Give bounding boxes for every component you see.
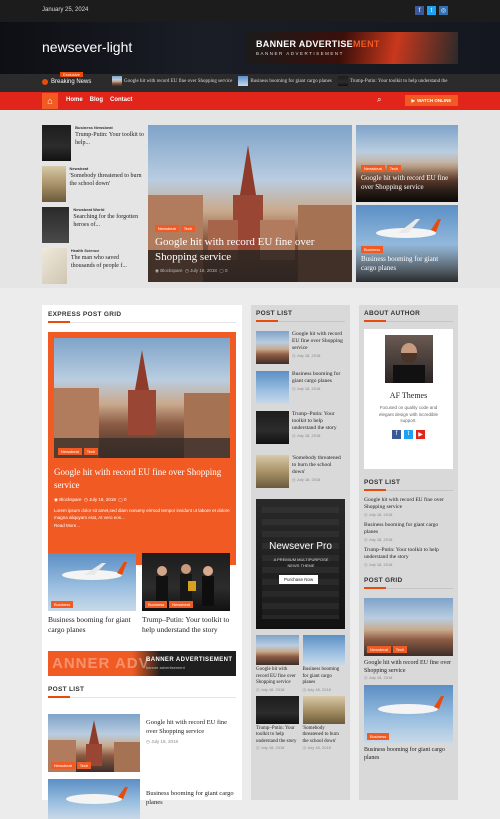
thumbnail <box>256 455 289 488</box>
banner-subtitle: BANNER ADVERTISEMENT <box>256 51 344 56</box>
list-item[interactable]: Google hit with record EU fine over Shop… <box>256 331 345 369</box>
search-icon[interactable]: ⌕ <box>377 95 381 105</box>
excerpt: Lorem ipsum dolor sit amet,sed diam nonu… <box>54 508 230 520</box>
header-banner[interactable]: BANNER ADVERTISEMENT BANNER ADVERTISEMEN… <box>246 32 458 64</box>
avatar[interactable] <box>384 335 433 383</box>
thumbnail <box>42 166 66 202</box>
banner-title-a: BANNER ADVERTISE <box>256 39 353 49</box>
express-main-title[interactable]: Google hit with record EU fine over Shop… <box>54 466 230 491</box>
thumbnail: Newsbeat Tech <box>48 714 140 773</box>
social-links: f t ◎ <box>415 6 448 15</box>
facebook-icon[interactable]: f <box>392 429 401 439</box>
thumbnail: Business <box>48 553 136 611</box>
ticker-thumb <box>238 76 249 86</box>
author-description: Focused on quality code and elegant desi… <box>378 405 439 424</box>
list-item[interactable]: Business booming for giant cargo planes ◷… <box>364 522 453 542</box>
author-card: AF Themes Focused on quality code and el… <box>364 329 453 469</box>
date-label: January 25, 2024 <box>42 7 89 13</box>
grid-item[interactable]: Business booming for giant cargo planes ◷… <box>302 635 345 692</box>
twitter-icon[interactable]: t <box>404 429 413 439</box>
express-post-grid: EXPRESS POST GRID Newsbeat Tech Google hi… <box>42 305 242 819</box>
post-date: July 18, 2018 <box>190 268 217 273</box>
list-item[interactable]: Business booming for giant cargo planes ◷… <box>256 371 345 409</box>
nav-item-home[interactable]: Home <box>66 97 83 103</box>
ticker-thumb <box>337 76 348 86</box>
hero-right-card[interactable]: Business Business booming for giant carg… <box>356 205 458 282</box>
thumbnail <box>42 248 67 284</box>
thumbnail <box>256 371 289 404</box>
express-small-card[interactable]: Business Newsbeat Trump–Putin: Your toolk… <box>142 553 230 635</box>
thumbnail <box>256 635 299 665</box>
read-more-link[interactable]: Read More... <box>54 523 230 528</box>
thumbnail <box>42 125 72 161</box>
ticker-thumb <box>112 76 122 86</box>
list-item[interactable]: 'Somebody threatened to burn the school … <box>256 455 345 493</box>
thumbnail <box>256 331 289 364</box>
promo-title: Newsever Pro <box>269 541 332 552</box>
thumbnail <box>256 411 289 444</box>
grid-item[interactable]: Google hit with record EU fine over Shop… <box>256 635 299 692</box>
hero-main-card[interactable]: Newsbeat Tech Google hit with record EU f… <box>148 125 352 282</box>
list-item[interactable]: Newsbeat World Searching for the forgotte… <box>42 207 144 244</box>
author[interactable]: Blockspare <box>160 268 182 273</box>
thumbnail <box>302 695 345 724</box>
ticker-item[interactable]: Trump-Putin: Your toolkit to help unders… <box>337 76 448 86</box>
hero-left-list: Business Newsbeat Trump-Putin: Your toolk… <box>42 125 144 285</box>
express-main-card[interactable]: Newsbeat Tech Google hit with record EU f… <box>48 332 236 565</box>
ticker-label: Breaking News <box>51 79 92 85</box>
banner-title-b: MENT <box>352 39 380 49</box>
list-item[interactable]: Business Newsbeat Trump-Putin: Your toolk… <box>42 125 144 162</box>
thumbnail <box>42 207 70 243</box>
comment-count[interactable]: 0 <box>225 268 228 273</box>
thumbnail: Newsbeat Tech <box>364 597 453 656</box>
grid-item[interactable]: Newsbeat Tech Google hit with record EU f… <box>364 597 453 680</box>
right-sidebar: ABOUT AUTHOR AF Themes Focused on qualit… <box>359 305 458 800</box>
category-tag[interactable]: Tech <box>180 225 196 232</box>
youtube-icon[interactable]: ▶ <box>416 429 425 439</box>
nav-item-contact[interactable]: Contact <box>110 97 132 103</box>
ticker-item[interactable]: Google hit with record EU fine over Shop… <box>112 76 232 86</box>
home-icon[interactable]: ⌂ <box>42 93 58 109</box>
promo-banner[interactable]: Newsever Pro A PREMIUM MULTIPURPOSE NEWS… <box>256 499 345 629</box>
thumbnail: Business <box>364 684 453 743</box>
nav-item-blog[interactable]: Blog <box>90 97 103 103</box>
purchase-now-button[interactable]: Purchase Now <box>279 575 319 584</box>
thumbnail <box>256 695 299 724</box>
list-item[interactable]: Newsbeat 'Somebody threatened to burn the… <box>42 166 144 203</box>
banner-advertisement[interactable]: ANNER ADV BANNER ADVERTISEMENT banner ad… <box>48 651 236 677</box>
watch-online-button[interactable]: ▶ WATCH ONLINE <box>405 95 458 106</box>
author-name: AF Themes <box>389 391 428 400</box>
category-tag[interactable]: Newsbeat <box>155 225 179 232</box>
twitter-icon[interactable]: t <box>427 6 436 15</box>
thumbnail <box>48 779 140 819</box>
facebook-icon[interactable]: f <box>415 6 424 15</box>
promo-subtitle: A PREMIUM MULTIPURPOSE NEWS THEME <box>273 557 329 568</box>
live-dot-icon <box>42 79 48 85</box>
site-title[interactable]: newsever-light <box>42 39 132 55</box>
hero-right-card[interactable]: Newsbeat Tech Google hit with record EU f… <box>356 125 458 202</box>
ticker-badge: Exclusive <box>60 72 83 77</box>
list-item[interactable]: Google hit with record EU fine over Shop… <box>364 497 453 517</box>
thumbnail <box>302 635 345 665</box>
list-item[interactable]: Trump–Putin: Your toolkit to help unders… <box>256 411 345 453</box>
thumbnail: Business Newsbeat <box>142 553 230 611</box>
grid-item[interactable]: Trump–Putin: Your toolkit to help unders… <box>256 695 299 750</box>
list-item[interactable]: Trump–Putin: Your toolkit to help unders… <box>364 547 453 567</box>
list-item[interactable]: Business booming for giant cargo planes <box>48 779 236 819</box>
ticker-item[interactable]: Business booming for giant cargo planes <box>238 76 332 86</box>
instagram-icon[interactable]: ◎ <box>439 6 448 15</box>
list-item[interactable]: Health Science The man who saved thousand… <box>42 248 144 285</box>
thumbnail: Newsbeat Tech <box>54 338 230 458</box>
middle-column: POST LIST Google hit with record EU fine… <box>251 305 350 800</box>
express-small-card[interactable]: Business Business booming for giant carg… <box>48 553 136 635</box>
card-title[interactable]: Google hit with record EU fine over Shop… <box>361 174 453 192</box>
card-title[interactable]: Business booming for giant cargo planes <box>361 255 453 273</box>
grid-item[interactable]: 'Somebody threatened to burn the school … <box>302 695 345 750</box>
play-icon: ▶ <box>411 97 416 103</box>
hero-main-title[interactable]: Google hit with record EU fine over Shop… <box>155 235 340 266</box>
list-item[interactable]: Newsbeat Tech Google hit with record EU f… <box>48 714 236 773</box>
grid-item[interactable]: Business Business booming for giant carg… <box>364 684 453 762</box>
